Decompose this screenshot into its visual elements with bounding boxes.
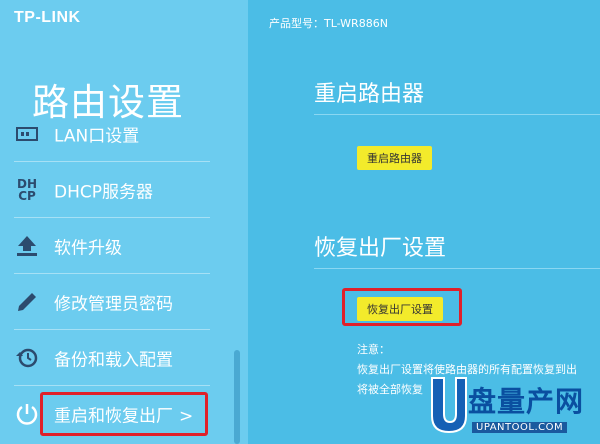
watermark-text: 盘量产网: [468, 385, 585, 418]
factory-reset-section-title: 恢复出厂设置: [314, 236, 447, 261]
sidebar-scrollbar[interactable]: [234, 350, 240, 444]
sidebar-item-label: LAN口设置: [54, 126, 140, 147]
pencil-icon: [14, 289, 40, 315]
dhcp-icon: DH CP: [14, 177, 40, 203]
sidebar-item-label: DHCP服务器: [54, 182, 153, 203]
sidebar-item-backup[interactable]: 备份和载入配置: [0, 330, 230, 386]
sidebar-item-password[interactable]: 修改管理员密码: [0, 274, 230, 330]
section-divider: [314, 268, 600, 269]
model-label: 产品型号：TL-WR886N: [269, 17, 388, 30]
power-icon: [14, 401, 40, 427]
sidebar-item-upgrade[interactable]: 软件升级: [0, 218, 230, 274]
reboot-button[interactable]: 重启路由器: [357, 146, 432, 170]
watermark-u-logo: [431, 377, 467, 434]
sidebar-item-label: 备份和载入配置: [54, 350, 173, 371]
lan-icon: [14, 121, 40, 147]
section-divider: [314, 114, 600, 115]
sidebar-item-label: 软件升级: [54, 238, 122, 259]
sidebar-item-label: 修改管理员密码: [54, 294, 173, 315]
sidebar-item-dhcp[interactable]: DH CP DHCP服务器: [0, 162, 230, 218]
history-icon: [14, 345, 40, 371]
watermark: 盘量产网 UPANTOOL.COM: [428, 372, 600, 444]
highlight-box-reset: [342, 288, 462, 326]
tp-link-logo: TP-LINK: [14, 9, 81, 26]
dhcp-icon-text-bottom: CP: [18, 189, 36, 203]
sidebar-item-lan[interactable]: LAN口设置: [0, 106, 230, 162]
note-title: 注意：: [357, 343, 390, 356]
reboot-section-title: 重启路由器: [314, 82, 425, 107]
sidebar: TP-LINK 路由设置 LAN口设置 DH CP DHCP服务器 软件升级 修…: [0, 0, 248, 444]
highlight-box-sidebar: [40, 392, 208, 436]
watermark-url: UPANTOOL.COM: [472, 422, 568, 433]
upload-icon: [14, 233, 40, 259]
